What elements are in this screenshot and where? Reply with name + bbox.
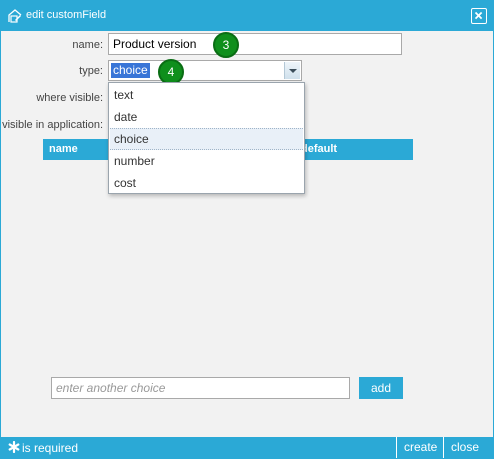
required-note: is required (22, 441, 79, 455)
step-badge-3: 3 (213, 32, 239, 58)
type-dropdown-list: text date choice number cost (108, 82, 305, 194)
name-input[interactable] (108, 33, 402, 55)
edit-icon (8, 9, 22, 23)
create-button[interactable]: create (396, 437, 444, 458)
visible-in-application-label: visible in application: (2, 119, 103, 131)
type-select[interactable]: choice (108, 60, 302, 81)
new-choice-input[interactable] (51, 377, 350, 399)
dialog-footer: is required create close (1, 437, 493, 458)
dialog-title: edit customField (26, 9, 107, 21)
chevron-down-icon[interactable] (284, 62, 300, 79)
where-visible-label: where visible: (36, 92, 103, 104)
dropdown-option-number[interactable]: number (110, 150, 303, 172)
type-label: type: (79, 65, 103, 77)
name-label: name: (72, 39, 103, 51)
dropdown-option-date[interactable]: date (110, 106, 303, 128)
close-button[interactable]: close (443, 437, 486, 458)
dropdown-option-cost[interactable]: cost (110, 172, 303, 194)
edit-customfield-dialog: edit customField name: 3 type: choice 4 … (0, 0, 494, 459)
dropdown-option-text[interactable]: text (110, 84, 303, 106)
close-icon[interactable] (471, 8, 487, 24)
add-choice-button[interactable]: add (359, 377, 403, 399)
dropdown-option-choice[interactable]: choice (110, 128, 303, 150)
column-header-name: name (49, 143, 78, 155)
column-header-default: default (301, 143, 338, 155)
type-select-value: choice (111, 63, 150, 78)
dialog-titlebar: edit customField (1, 1, 493, 31)
asterisk-icon (8, 441, 20, 453)
